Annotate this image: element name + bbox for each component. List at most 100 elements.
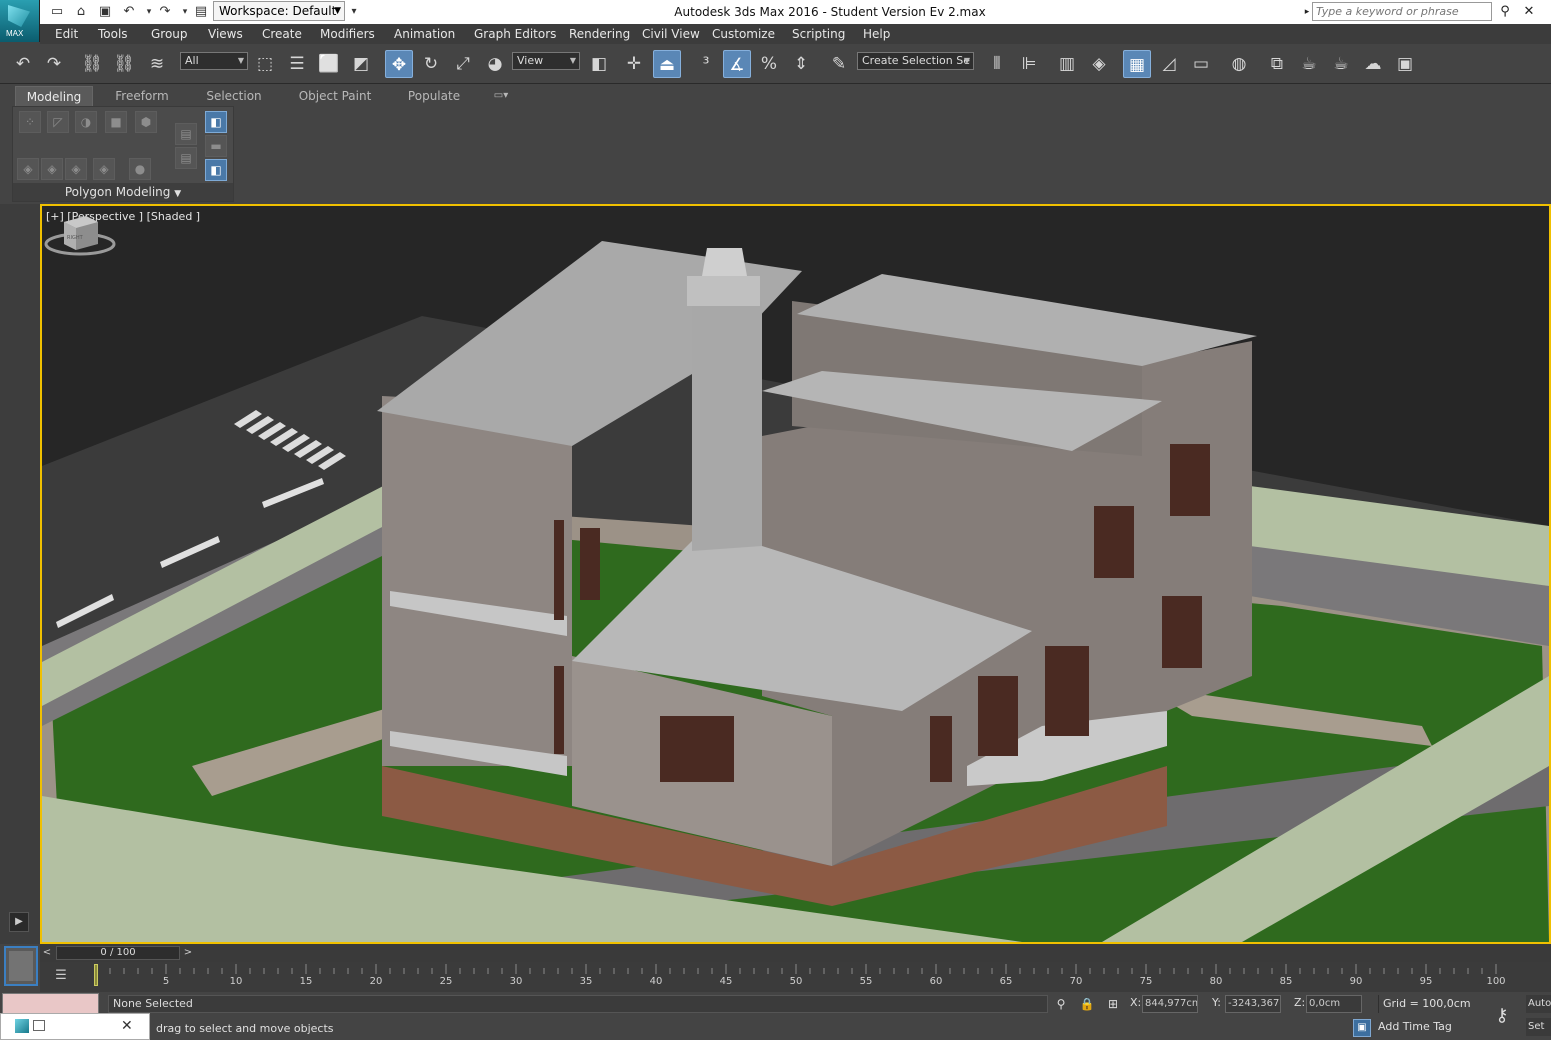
mirror-icon[interactable]: ⫴ [983,50,1011,78]
menu-tools[interactable]: Tools [98,24,128,44]
tab-populate[interactable]: Populate [398,86,470,106]
taskbar-thumbnail[interactable]: ✕ [0,1013,150,1040]
select-and-manipulate-icon[interactable]: ✛ [620,50,648,78]
window-crossing-icon[interactable]: ◩ [347,50,375,78]
element-icon[interactable]: ⬢ [135,111,157,133]
select-and-link-icon[interactable]: ⛓ [78,50,106,78]
tab-freeform[interactable]: Freeform [106,86,178,106]
toggle-command-panel-icon[interactable]: ◧ [205,111,227,133]
unlink-selection-icon[interactable]: ⛓ [110,50,138,78]
menu-edit[interactable]: Edit [55,24,78,44]
menu-modifiers[interactable]: Modifiers [320,24,375,44]
redo-icon[interactable]: ↷ [40,50,68,78]
named-selection-dropdown[interactable]: Create Selection Se ▼ [857,52,974,70]
play-arrow-icon[interactable]: ▶ [9,912,29,932]
menu-create[interactable]: Create [262,24,302,44]
time-cursor[interactable] [94,964,98,986]
edit-named-selection-icon[interactable]: ✎ [825,50,853,78]
select-object-icon[interactable]: ⬚ [251,50,279,78]
close-icon[interactable]: ✕ [121,1018,133,1034]
isolate-selection-icon[interactable]: ⚲ [1052,995,1070,1013]
y-coordinate-field[interactable]: -3243,367c [1225,995,1281,1013]
menu-graph-editors[interactable]: Graph Editors [474,24,556,44]
spinner-snap-icon[interactable]: ⇕ [787,50,815,78]
previous-frame-icon[interactable]: < [40,946,54,960]
viewcube[interactable]: RIGHT [42,206,118,262]
percent-snap-icon[interactable]: % [755,50,783,78]
edge-icon[interactable]: ◸ [47,111,69,133]
use-displace-icon[interactable]: ▤ [175,123,197,145]
menu-animation[interactable]: Animation [394,24,455,44]
bind-space-warp-icon[interactable]: ≋ [143,50,171,78]
menu-views[interactable]: Views [208,24,243,44]
align-icon[interactable]: ⊫ [1015,50,1043,78]
rectangular-selection-icon[interactable]: ⬜ [315,50,343,78]
select-and-scale-icon[interactable]: ⤢ [449,50,477,78]
next-modifier-icon[interactable]: ◈ [65,158,87,180]
key-icon[interactable]: ⚷ [1487,1004,1517,1028]
render-setup-icon[interactable]: ⧉ [1263,50,1291,78]
maxscript-listener-input[interactable] [2,993,99,1015]
schematic-view-icon[interactable]: ▭ [1187,50,1215,78]
ribbon-options-icon[interactable]: ▭▾ [486,86,516,106]
angle-snap-icon[interactable]: ∡ [723,50,751,78]
vertex-icon[interactable]: ⁘ [19,111,41,133]
select-by-name-icon[interactable]: ☰ [283,50,311,78]
previous-modifier-icon[interactable]: ◈ [41,158,63,180]
track-area[interactable]: 5 10 15 20 25 30 35 40 45 50 55 60 65 70 75 80 85 90 95 100 [92,962,1506,992]
auto-key-button[interactable]: Auto [1526,995,1551,1013]
menu-customize[interactable]: Customize [712,24,775,44]
snaps-toggle-icon[interactable]: ³ [692,50,720,78]
undo-icon[interactable]: ↶ [9,50,37,78]
menu-scripting[interactable]: Scripting [792,24,845,44]
select-and-place-icon[interactable]: ◕ [481,50,509,78]
next-frame-icon[interactable]: > [181,946,195,960]
selection-filter-dropdown[interactable]: All ▼ [180,52,248,70]
set-key-button[interactable]: Set [1526,1018,1551,1036]
tab-object-paint[interactable]: Object Paint [290,86,380,106]
toggle-scene-explorer-icon[interactable]: ▥ [1053,50,1081,78]
polygon-icon[interactable]: ■ [105,111,127,133]
preserve-uvs-icon[interactable]: ◈ [93,158,115,180]
search-input[interactable] [1312,2,1492,21]
add-time-tag-button[interactable]: Add Time Tag [1378,1020,1452,1033]
select-and-move-icon[interactable]: ✥ [385,50,413,78]
frame-counter[interactable]: 0 / 100 [56,946,180,960]
app-logo-button[interactable]: MAX [0,0,40,42]
menu-civil-view[interactable]: Civil View [642,24,700,44]
mini-curve-editor-icon[interactable]: ☰ [50,966,72,986]
show-end-result-icon[interactable]: ▤ [175,147,197,169]
time-slider[interactable]: < 0 / 100 > [40,944,1551,962]
x-coordinate-field[interactable]: 844,977cm [1142,995,1198,1013]
pin-stack-icon[interactable]: ▬ [205,135,227,157]
collapse-stack-icon[interactable]: ● [129,158,151,180]
menu-group[interactable]: Group [151,24,188,44]
time-tag-icon[interactable]: ▣ [1353,1019,1371,1037]
rendered-frame-window-icon[interactable]: ☕ [1295,50,1323,78]
absolute-mode-icon[interactable]: ⊞ [1104,995,1122,1013]
restore-window-icon[interactable] [33,1020,45,1031]
render-in-cloud-icon[interactable]: ☁ [1359,50,1387,78]
tools-icon[interactable]: ✕ [1520,3,1538,21]
menu-rendering[interactable]: Rendering [569,24,630,44]
layer-manager-icon[interactable]: ◈ [1085,50,1113,78]
polygon-modeling-dropdown[interactable]: Polygon Modeling ▼ [13,183,233,201]
modify-stack-icon[interactable]: ◧ [205,159,227,181]
modify-mode-icon[interactable]: ◈ [17,158,39,180]
a360-gallery-icon[interactable]: ▣ [1391,50,1419,78]
reference-coordinate-dropdown[interactable]: View ▼ [512,52,580,70]
lock-selection-icon[interactable]: 🔒 [1078,995,1096,1013]
perspective-viewport[interactable]: [+] [Perspective ] [Shaded ] RIGHT [40,204,1551,944]
pivot-center-icon[interactable]: ◧ [585,50,613,78]
z-coordinate-field[interactable]: 0,0cm [1306,995,1362,1013]
mini-viewport-button[interactable] [4,946,38,986]
border-icon[interactable]: ◑ [75,111,97,133]
tab-modeling[interactable]: Modeling [15,86,93,106]
tab-selection[interactable]: Selection [196,86,272,106]
select-and-rotate-icon[interactable]: ↻ [417,50,445,78]
render-production-icon[interactable]: ☕ [1327,50,1355,78]
keyboard-shortcut-override-icon[interactable]: ⏏ [653,50,681,78]
curve-editor-icon[interactable]: ◿ [1155,50,1183,78]
binoculars-icon[interactable]: ⚲ [1496,3,1514,21]
menu-help[interactable]: Help [863,24,890,44]
